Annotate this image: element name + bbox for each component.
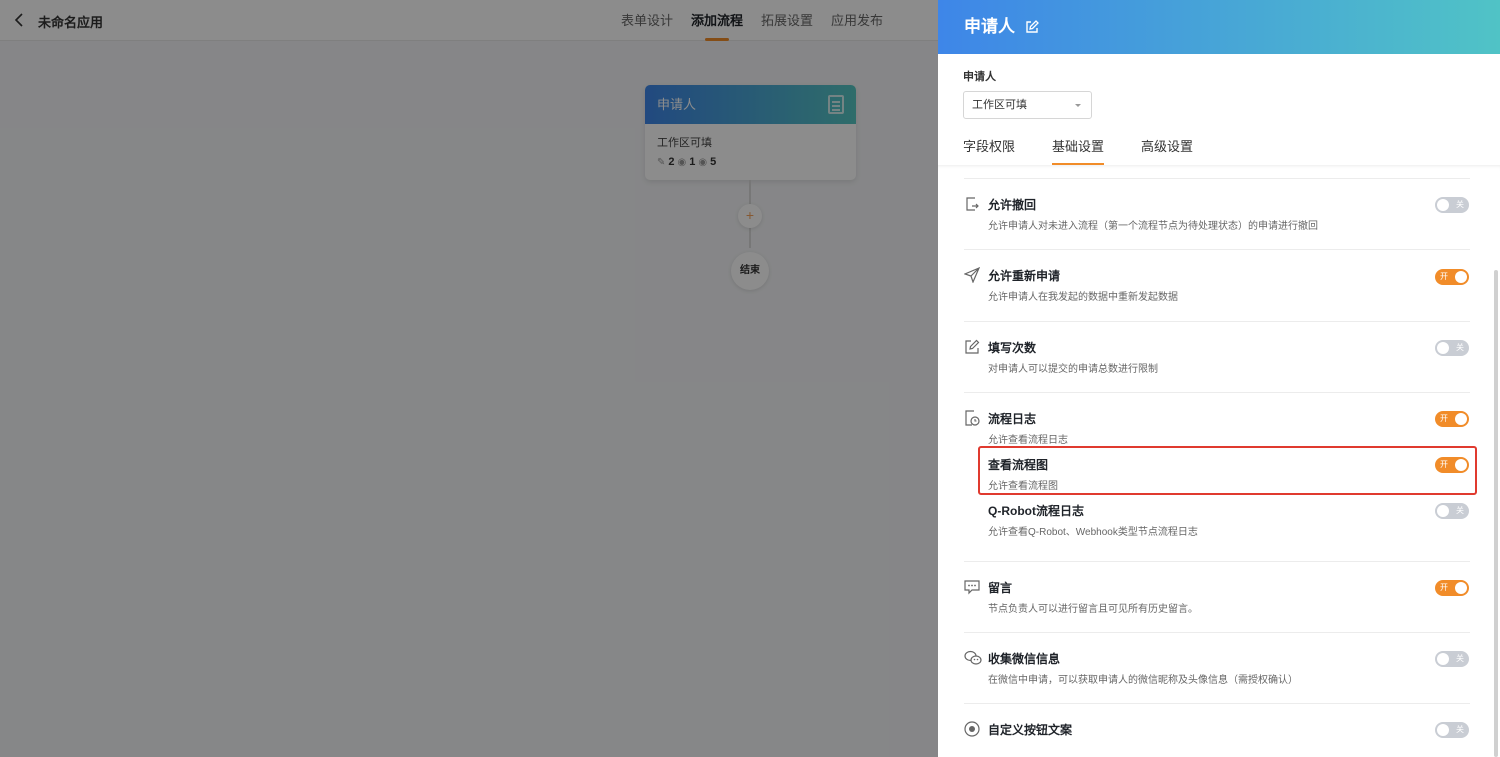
withdraw-icon: [964, 196, 980, 212]
divider: [964, 632, 1470, 633]
setting-desc: 允许申请人对未进入流程（第一个流程节点为待处理状态）的申请进行撤回: [988, 221, 1318, 232]
divider: [964, 392, 1470, 393]
setting-title: 留言: [988, 581, 1013, 595]
applicant-field-label: 申请人: [963, 71, 996, 83]
drawer-title: 申请人: [964, 17, 1015, 36]
toggle-label: 关: [1456, 200, 1464, 209]
qrobot-log-toggle[interactable]: 关: [1435, 503, 1469, 519]
drawer-header: 申请人: [938, 0, 1500, 54]
modal-overlay[interactable]: [0, 0, 938, 757]
custom-button-text-toggle[interactable]: 关: [1435, 722, 1469, 738]
edit-icon: [964, 339, 980, 355]
settings-drawer: 申请人 申请人 工作区可填 字段权限 基础设置 高级设置 允许撤回 允许申请人对…: [938, 0, 1500, 757]
send-icon: [963, 266, 981, 284]
applicant-select[interactable]: 工作区可填: [963, 91, 1092, 119]
comment-icon: [964, 579, 980, 595]
setting-desc: 允许查看流程日志: [988, 435, 1068, 446]
process-log-toggle[interactable]: 开: [1435, 411, 1469, 427]
toggle-label: 关: [1456, 506, 1464, 515]
setting-desc: 允许申请人在我发起的数据中重新发起数据: [988, 292, 1178, 303]
setting-desc: 节点负责人可以进行留言且可见所有历史留言。: [988, 604, 1198, 615]
drawer-tabs: 字段权限 基础设置 高级设置: [963, 131, 1193, 165]
caret-down-icon: [1075, 104, 1081, 107]
tabs-divider: [938, 165, 1500, 171]
setting-title: Q-Robot流程日志: [988, 504, 1084, 518]
tab-field-permissions[interactable]: 字段权限: [963, 131, 1015, 165]
setting-desc: 在微信中申请，可以获取申请人的微信昵称及头像信息（需授权确认）: [988, 675, 1298, 686]
setting-title: 填写次数: [988, 341, 1037, 355]
setting-desc: 对申请人可以提交的申请总数进行限制: [988, 364, 1158, 375]
tab-advanced-settings[interactable]: 高级设置: [1141, 131, 1193, 165]
wechat-icon: [964, 650, 982, 666]
edit-title-icon[interactable]: [1025, 20, 1039, 34]
allow-reapply-toggle[interactable]: 开: [1435, 269, 1469, 285]
tab-basic-settings[interactable]: 基础设置: [1052, 131, 1105, 165]
log-icon: [964, 410, 980, 426]
divider: [964, 321, 1470, 322]
toggle-label: 开: [1440, 272, 1448, 281]
divider: [964, 249, 1470, 250]
toggle-label: 关: [1456, 725, 1464, 734]
setting-title: 允许重新申请: [988, 269, 1061, 283]
drawer-scrollbar[interactable]: [1494, 270, 1498, 757]
setting-title: 自定义按钮文案: [988, 723, 1073, 737]
setting-desc: 允许查看Q-Robot、Webhook类型节点流程日志: [988, 527, 1198, 538]
divider: [964, 561, 1470, 562]
fill-count-toggle[interactable]: 关: [1435, 340, 1469, 356]
toggle-label: 关: [1456, 654, 1464, 663]
wechat-info-toggle[interactable]: 关: [1435, 651, 1469, 667]
toggle-label: 开: [1440, 414, 1448, 423]
setting-title: 收集微信信息: [988, 652, 1061, 666]
applicant-select-value: 工作区可填: [972, 99, 1027, 111]
allow-withdraw-toggle[interactable]: 关: [1435, 197, 1469, 213]
setting-title: 允许撤回: [988, 198, 1037, 212]
comments-toggle[interactable]: 开: [1435, 580, 1469, 596]
divider: [964, 703, 1470, 704]
divider: [964, 178, 1470, 179]
toggle-label: 关: [1456, 343, 1464, 352]
setting-title: 流程日志: [988, 412, 1037, 426]
toggle-label: 开: [1440, 583, 1448, 592]
radio-icon: [964, 721, 980, 737]
highlight-box: [978, 446, 1477, 495]
